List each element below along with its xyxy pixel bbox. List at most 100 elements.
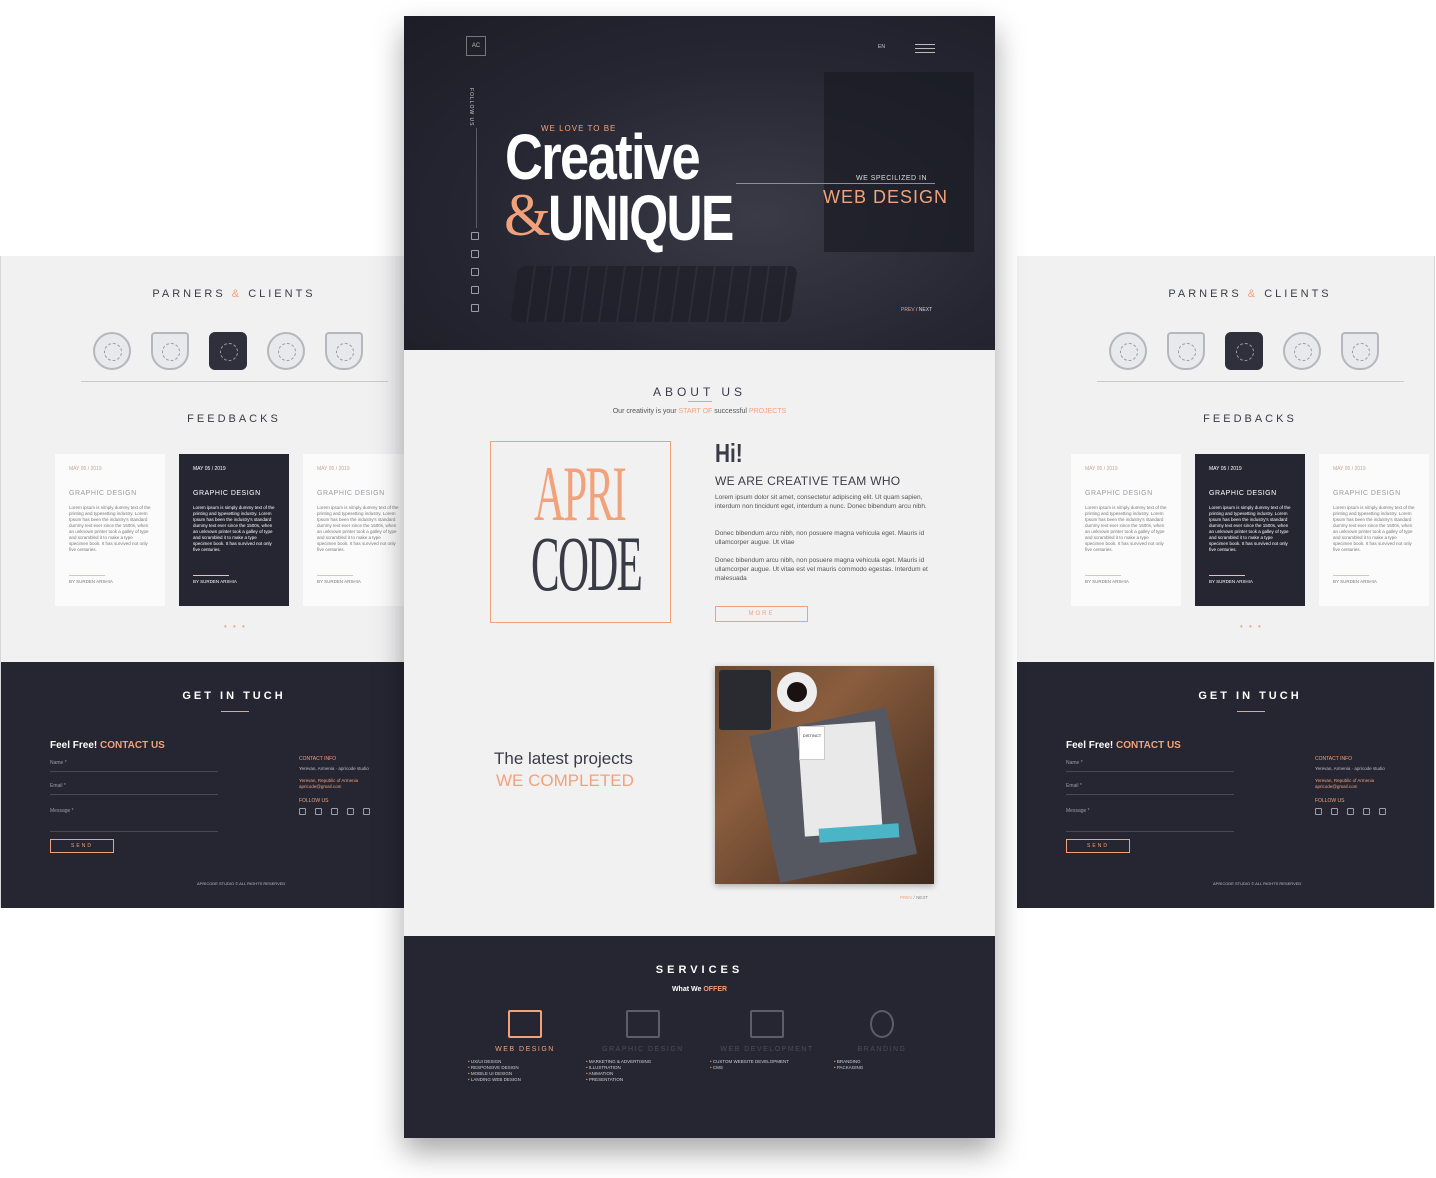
facebook-icon[interactable]	[471, 232, 479, 240]
image-icon	[626, 1010, 660, 1038]
hero-ampersand: &	[504, 182, 551, 248]
instagram-icon[interactable]	[1331, 808, 1338, 815]
message-field[interactable]: Message *	[1066, 808, 1234, 832]
contact-heading: Feel Free! CONTACT US	[1066, 740, 1181, 751]
linkedin-icon[interactable]	[471, 268, 479, 276]
hero-social-icons	[471, 232, 479, 312]
about-title: ABOUT US	[652, 385, 747, 399]
about-heading: WE ARE CREATIVE TEAM WHO	[715, 474, 901, 488]
twitter-icon[interactable]	[471, 286, 479, 294]
prev-button[interactable]: PREV	[901, 307, 915, 313]
project-image[interactable]: DISTINCT	[715, 666, 934, 884]
linkedin-icon[interactable]	[1347, 808, 1354, 815]
carousel-dots[interactable]: • • •	[224, 622, 247, 631]
partner-logo	[325, 332, 363, 370]
partner-logo	[209, 332, 247, 370]
service-name: BRANDING	[857, 1046, 907, 1053]
email-link[interactable]: apricode@gmail.com	[299, 784, 399, 790]
contact-info: CONTACT INFO Yerevan, Armenia · apricode…	[299, 756, 399, 815]
behance-icon[interactable]	[471, 304, 479, 312]
services-section: SERVICES What We OFFER WEB DESIGN UX/UI …	[404, 936, 995, 1138]
feedback-card[interactable]: MAY 05 / 2019 GRAPHIC DESIGN Lorem ipsum…	[1071, 454, 1181, 606]
social-icons	[1315, 808, 1415, 815]
instagram-icon[interactable]	[471, 250, 479, 258]
site-logo[interactable]: AC	[466, 36, 486, 56]
facebook-icon[interactable]	[299, 808, 306, 815]
email-link[interactable]: apricode@gmail.com	[1315, 784, 1415, 790]
right-preview-panel: PARNERS & CLIENTS FEEDBACKS MAY 05 / 201…	[995, 256, 1435, 908]
service-list: BRANDING PACKAGING	[832, 1059, 932, 1071]
feedback-title: GRAPHIC DESIGN	[193, 490, 261, 497]
copyright: APRICODE STUDIO © ALL RIGHTS RESERVED	[197, 881, 286, 886]
feedback-text: Lorem ipsum is simply dummy text of the …	[1333, 505, 1415, 552]
facebook-icon[interactable]	[1315, 808, 1322, 815]
contact-info-text: Yerevan, Armenia · apricode studio	[299, 766, 369, 771]
feedbacks-title: FEEDBACKS	[187, 413, 281, 425]
about-section: ABOUT US Our creativity is your START OF…	[404, 350, 995, 936]
title-underline	[1237, 711, 1265, 712]
feedback-text: Lorem ipsum is simply dummy text of the …	[69, 505, 151, 552]
twitter-icon[interactable]	[347, 808, 354, 815]
feedback-card[interactable]: MAY 05 / 2019 GRAPHIC DESIGN Lorem ipsum…	[303, 454, 404, 606]
linkedin-icon[interactable]	[331, 808, 338, 815]
feedback-card[interactable]: MAY 05 / 2019 GRAPHIC DESIGN Lorem ipsum…	[55, 454, 165, 606]
name-field[interactable]: Name *	[1066, 760, 1234, 772]
feedback-text: Lorem ipsum is simply dummy text of the …	[317, 505, 399, 552]
feedback-card[interactable]: MAY 05 / 2019 GRAPHIC DESIGN Lorem ipsum…	[1319, 454, 1429, 606]
partner-logo	[1167, 332, 1205, 370]
feedback-card[interactable]: MAY 05 / 2019 GRAPHIC DESIGN Lorem ipsum…	[179, 454, 289, 606]
email-field[interactable]: Email *	[1066, 783, 1234, 795]
service-name: GRAPHIC DESIGN	[602, 1046, 684, 1053]
next-button[interactable]: NEXT	[916, 895, 928, 900]
feedback-date: MAY 05 / 2019	[69, 466, 102, 472]
twitter-icon[interactable]	[1363, 808, 1370, 815]
service-web-development[interactable]: WEB DEVELOPMENT CUSTOM WEBSITE DEVELOPME…	[708, 1010, 826, 1071]
partner-logo	[151, 332, 189, 370]
feedback-date: MAY 05 / 2019	[1209, 466, 1242, 472]
behance-icon[interactable]	[1379, 808, 1386, 815]
hero-headline-unique: UNIQUE	[548, 182, 734, 254]
message-field[interactable]: Message *	[50, 808, 218, 832]
brand-logo-code: CODE	[531, 520, 643, 607]
partners-title: PARNERS & CLIENTS	[1168, 288, 1332, 300]
feedback-text: Lorem ipsum is simply dummy text of the …	[1085, 505, 1167, 552]
send-button[interactable]: SEND	[1066, 839, 1130, 853]
contact-title: GET IN TUCH	[182, 690, 286, 702]
prev-button[interactable]: PREV	[900, 895, 912, 900]
feedback-title: GRAPHIC DESIGN	[1209, 490, 1277, 497]
laptop-icon	[508, 1010, 542, 1038]
hero-section: AC EN FOLLOW US Creative WE LOVE TO BE &…	[404, 16, 995, 350]
language-switch[interactable]: EN	[878, 44, 885, 50]
feedback-date: MAY 05 / 2019	[1333, 466, 1366, 472]
send-button[interactable]: SEND	[50, 839, 114, 853]
partner-logos	[93, 332, 363, 370]
service-list: CUSTOM WEBSITE DEVELOPMENT CMS	[708, 1059, 826, 1071]
feedback-date: MAY 05 / 2019	[1085, 466, 1118, 472]
menu-icon[interactable]	[915, 44, 935, 56]
title-underline	[688, 401, 712, 402]
behance-icon[interactable]	[363, 808, 370, 815]
main-page-preview: AC EN FOLLOW US Creative WE LOVE TO BE &…	[404, 16, 995, 1138]
partner-logo	[1341, 332, 1379, 370]
service-web-design[interactable]: WEB DESIGN UX/UI DESIGN RESPONSIVE DESIG…	[466, 1010, 584, 1083]
hero-kicker: WE LOVE TO BE	[541, 124, 617, 133]
carousel-dots[interactable]: • • •	[1240, 622, 1263, 631]
feedback-text: Lorem ipsum is simply dummy text of the …	[1209, 505, 1291, 552]
feedback-card[interactable]: MAY 05 / 2019 GRAPHIC DESIGN Lorem ipsum…	[1195, 454, 1305, 606]
brush-icon	[870, 1010, 894, 1038]
services-title: SERVICES	[655, 964, 744, 976]
instagram-icon[interactable]	[315, 808, 322, 815]
partner-logo	[267, 332, 305, 370]
service-branding[interactable]: BRANDING BRANDING PACKAGING	[832, 1010, 932, 1071]
partners-title: PARNERS & CLIENTS	[152, 288, 316, 300]
about-greeting: Hi!	[715, 438, 743, 468]
social-icons	[299, 808, 399, 815]
next-button[interactable]: NEXT	[919, 307, 932, 313]
monitor-icon	[750, 1010, 784, 1038]
service-graphic-design[interactable]: GRAPHIC DESIGN MARKETING & ADVERTISING I…	[584, 1010, 702, 1083]
name-field[interactable]: Name *	[50, 760, 218, 772]
follow-label: FOLLOW US	[299, 798, 329, 804]
email-field[interactable]: Email *	[50, 783, 218, 795]
contact-heading: Feel Free! CONTACT US	[50, 740, 165, 751]
more-button[interactable]: MORE	[715, 606, 808, 622]
